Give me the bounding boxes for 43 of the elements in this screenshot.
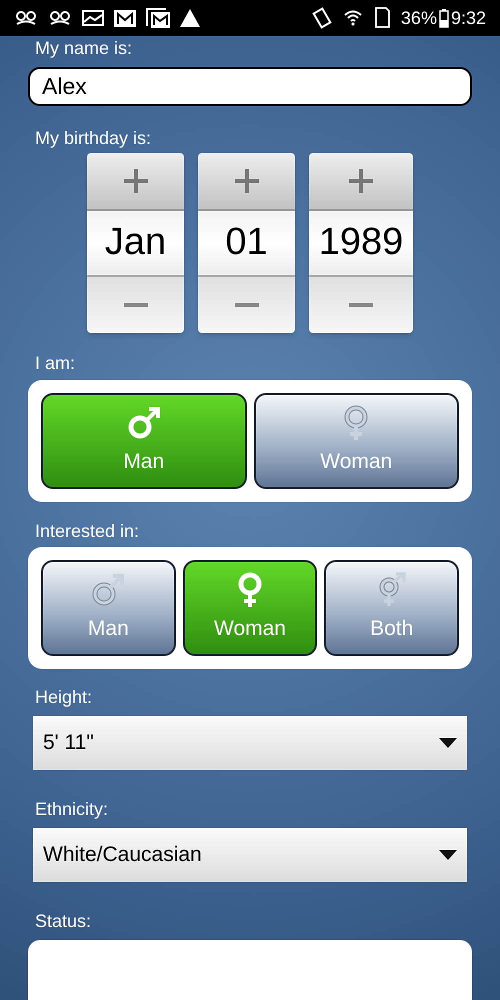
minus-icon (234, 302, 260, 308)
decrement-button[interactable] (87, 274, 184, 332)
image-icon (82, 10, 104, 26)
field-label: My name is: (35, 37, 132, 59)
plus-icon (122, 168, 148, 194)
minus-icon (122, 302, 148, 308)
field-label: Status: (35, 910, 92, 932)
dropdown-caret-icon (439, 738, 457, 748)
vibrate-icon (310, 7, 333, 29)
dropdown-caret-icon (439, 850, 457, 860)
gender-option-button[interactable]: Both (324, 560, 460, 656)
plus-icon (348, 168, 374, 194)
field-label: Height: (35, 686, 92, 708)
status-input-field[interactable] (28, 940, 472, 1000)
battery-icon (438, 8, 449, 28)
field-label: My birthday is: (35, 126, 152, 148)
gender-option-button[interactable]: Woman (254, 392, 459, 488)
warning-icon (180, 9, 200, 27)
decrement-button[interactable] (309, 274, 413, 332)
field-label: Interested in: (35, 520, 140, 542)
field-label: I am: (35, 352, 76, 374)
stacked-mail-icon (146, 8, 170, 28)
field-label: Ethnicity: (35, 798, 108, 820)
gender-option-button[interactable]: Man (41, 392, 246, 488)
sd-card-icon (372, 7, 391, 29)
increment-button[interactable] (198, 152, 295, 210)
spinner-value: 1989 (309, 210, 413, 274)
battery-percent: 36% (400, 6, 437, 30)
spinner-value: Jan (87, 210, 184, 274)
decrement-button[interactable] (198, 274, 295, 332)
clock-time: 9:32 (450, 6, 486, 30)
gender-option-button[interactable]: Woman (182, 560, 318, 656)
gender-option-button[interactable]: Man (41, 560, 176, 656)
minus-icon (348, 302, 374, 308)
spinner-value: 01 (198, 210, 295, 274)
dropdown-field[interactable]: White/Caucasian (33, 828, 467, 882)
plus-icon (234, 168, 260, 194)
increment-button[interactable] (87, 152, 184, 210)
increment-button[interactable] (309, 152, 413, 210)
dropdown-field[interactable]: 5' 11" (33, 716, 467, 770)
name-input-field[interactable]: Alex (28, 67, 472, 106)
wifi-icon (342, 8, 363, 28)
mail-icon (114, 10, 136, 26)
